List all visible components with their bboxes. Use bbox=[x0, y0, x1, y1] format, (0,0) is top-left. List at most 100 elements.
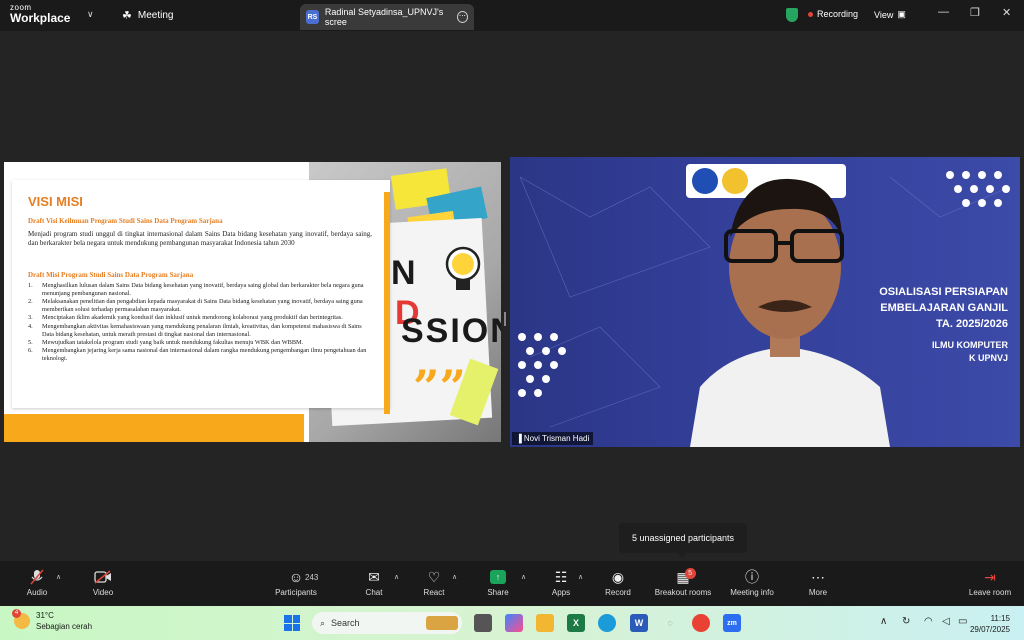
edge-icon[interactable] bbox=[598, 614, 616, 632]
more-icon: ⋯ bbox=[811, 568, 825, 585]
slide-title: VISI MISI bbox=[28, 194, 83, 209]
slide-accent-bar bbox=[384, 192, 390, 414]
chevron-down-icon[interactable]: ∨ bbox=[87, 9, 94, 20]
recording-label: Recording bbox=[817, 9, 859, 19]
chat-options-caret[interactable]: ∧ bbox=[394, 573, 399, 581]
meeting-menu[interactable]: ☘ Meeting bbox=[122, 9, 173, 22]
view-button[interactable]: View ▣ bbox=[874, 9, 906, 20]
title-bar: zoom Workplace ∨ ☘ Meeting RS Radinal Se… bbox=[0, 0, 1024, 31]
logo-line2: Workplace bbox=[10, 11, 71, 25]
search-highlight-icon bbox=[426, 616, 458, 630]
signal-icon: ▐ bbox=[516, 434, 522, 443]
zoom-logo[interactable]: zoom Workplace bbox=[10, 4, 71, 25]
loading-icon[interactable]: ◌ bbox=[661, 614, 679, 632]
temperature: 31°C bbox=[36, 611, 54, 620]
participants-icon: ☺ bbox=[288, 569, 304, 585]
participant-name-tag: ▐ Novi Trisman Hadi bbox=[512, 432, 594, 445]
taskbar-search[interactable]: ⌕ Search bbox=[312, 612, 462, 634]
word-icon[interactable]: W bbox=[630, 614, 648, 632]
slide-text-card: VISI MISI Draft Visi Keilmuan Program St… bbox=[12, 180, 390, 408]
weather-badge: 4 bbox=[12, 609, 21, 618]
weather-icon: 4 bbox=[12, 609, 30, 629]
visi-heading: Draft Visi Keilmuan Program Studi Sains … bbox=[28, 217, 223, 225]
apps-button[interactable]: ☷ Apps bbox=[531, 566, 591, 598]
microphone-muted-icon bbox=[30, 566, 44, 588]
search-label: Search bbox=[331, 618, 360, 628]
shared-slide: N D SSION ”” VISI MISI Draft Visi Keilmu… bbox=[4, 162, 501, 442]
close-icon[interactable]: ✕ bbox=[1002, 6, 1011, 19]
tab-title: Radinal Setyadinsa_UPNVJ's scree bbox=[324, 7, 444, 27]
clock-time: 11:15 bbox=[990, 614, 1010, 623]
chrome-icon[interactable] bbox=[692, 614, 710, 632]
windows-taskbar: 4 31°C Sebagian cerah ⌕ Search X W ◌ zm … bbox=[0, 606, 1024, 640]
view-label: View bbox=[874, 9, 894, 20]
clock-date: 29/07/2025 bbox=[969, 625, 1010, 635]
search-icon: ⌕ bbox=[320, 617, 326, 628]
video-button[interactable]: Video bbox=[73, 566, 133, 597]
minimize-icon[interactable]: — bbox=[938, 6, 949, 18]
copilot-icon[interactable] bbox=[505, 614, 523, 632]
leave-room-button[interactable]: ⇥ Leave room bbox=[962, 566, 1018, 598]
meeting-info-button[interactable]: ⓘ Meeting info bbox=[722, 566, 782, 597]
share-options-caret[interactable]: ∧ bbox=[521, 573, 526, 581]
leave-icon: ⇥ bbox=[984, 568, 996, 585]
more-icon[interactable]: ⋯ bbox=[456, 11, 468, 23]
chat-button[interactable]: ✉ Chat bbox=[344, 566, 404, 598]
record-button[interactable]: ◉ Record bbox=[588, 566, 648, 598]
task-view-icon[interactable] bbox=[474, 614, 492, 632]
video-off-icon bbox=[94, 566, 112, 588]
recording-indicator[interactable]: Recording bbox=[808, 9, 858, 19]
wifi-icon[interactable]: ◠ bbox=[924, 616, 933, 627]
sync-icon[interactable]: ↻ bbox=[902, 616, 910, 627]
list-item: 4. Mengembangkan aktivitas kemahasiswaan … bbox=[28, 322, 362, 338]
record-icon: ◉ bbox=[611, 568, 625, 585]
list-item: 3. Menciptakan iklim akademik yang kondus… bbox=[28, 314, 343, 322]
excel-icon[interactable]: X bbox=[567, 614, 585, 632]
react-button[interactable]: ♡ React bbox=[404, 566, 464, 598]
breakout-rooms-icon: ▦ 5 bbox=[676, 566, 696, 588]
slide-accent-bar bbox=[4, 414, 304, 442]
weather-condition: Sebagian cerah bbox=[36, 622, 93, 632]
react-options-caret[interactable]: ∧ bbox=[452, 573, 457, 581]
speaker-icon[interactable]: ◁ bbox=[942, 616, 950, 627]
weather-widget[interactable]: 4 31°C Sebagian cerah bbox=[12, 609, 93, 632]
meeting-toolbar: Audio ∧ Video ☺ Participants 243 ✉ Chat … bbox=[0, 561, 1024, 606]
audio-button[interactable]: Audio bbox=[7, 566, 67, 597]
meeting-label: Meeting bbox=[137, 10, 174, 21]
visi-body: Menjadi program studi unggul di tingkat … bbox=[28, 230, 372, 248]
file-explorer-icon[interactable] bbox=[536, 614, 554, 632]
more-button[interactable]: ⋯ More bbox=[788, 566, 848, 598]
breakout-rooms-button[interactable]: ▦ 5 Breakout rooms bbox=[648, 566, 718, 597]
shield-icon[interactable] bbox=[786, 8, 798, 22]
start-button[interactable] bbox=[284, 615, 300, 631]
tray-expand-icon[interactable]: ∧ bbox=[880, 616, 887, 627]
system-clock[interactable]: 11:15 29/07/2025 bbox=[960, 613, 1010, 635]
participants-count: 243 bbox=[305, 573, 319, 582]
breakout-badge: 5 bbox=[684, 568, 696, 579]
list-item: 5. Mewujudkan tatakelola program studi ya… bbox=[28, 339, 304, 347]
list-item: 1. Menghasilkan lulusan dalam Sains Data … bbox=[28, 282, 364, 297]
participant-video[interactable]: OSIALISASI PERSIAPAN EMBELAJARAN GANJIL … bbox=[510, 157, 1020, 447]
shared-screen-tab[interactable]: RS Radinal Setyadinsa_UPNVJ's scree ⋯ bbox=[300, 4, 474, 30]
info-icon: ⓘ bbox=[745, 569, 759, 585]
zoom-app-icon[interactable]: zm bbox=[723, 614, 741, 632]
misi-list: 1. Menghasilkan lulusan dalam Sains Data … bbox=[28, 282, 372, 364]
apps-icon: ☷ bbox=[554, 568, 568, 585]
audio-options-caret[interactable]: ∧ bbox=[56, 573, 61, 581]
tab-avatar: RS bbox=[306, 10, 319, 24]
photo-word: N bbox=[391, 254, 418, 292]
split-handle[interactable] bbox=[504, 312, 506, 326]
share-screen-icon: ↑ bbox=[490, 570, 506, 584]
paw-icon: ☘ bbox=[122, 10, 132, 22]
misi-heading: Draft Misi Program Studi Sains Data Prog… bbox=[28, 271, 194, 279]
record-dot-icon bbox=[808, 11, 813, 17]
apps-options-caret[interactable]: ∧ bbox=[578, 573, 583, 581]
restore-icon[interactable]: ❐ bbox=[970, 6, 980, 19]
lightbulb-icon bbox=[445, 246, 481, 290]
participant-figure bbox=[690, 178, 890, 447]
share-button[interactable]: ↑ Share bbox=[468, 566, 528, 597]
list-item: 6. Mengembangkan jejaring kerja sama nasi… bbox=[28, 347, 367, 363]
list-item: 2. Melaksanakan penelitian dan pengabdian… bbox=[28, 298, 363, 314]
breakout-tooltip: 5 unassigned participants bbox=[619, 523, 747, 558]
heart-icon: ♡ bbox=[427, 568, 441, 585]
